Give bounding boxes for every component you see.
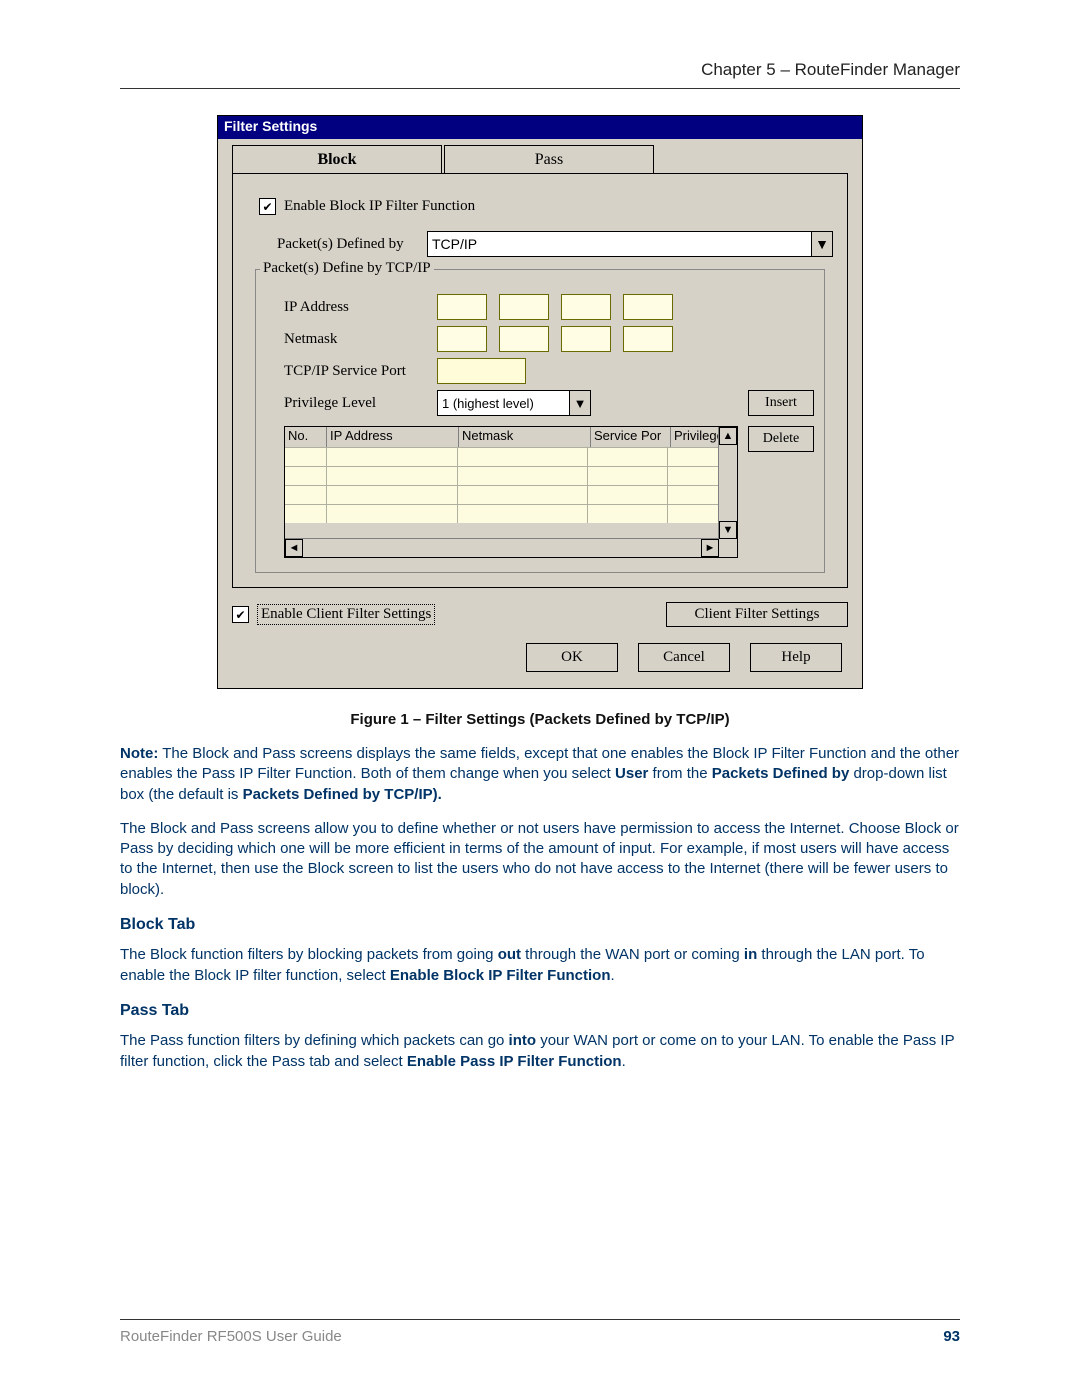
filter-settings-dialog: Filter Settings Block Pass ✔ Enable Bloc… — [217, 115, 863, 689]
page-number: 93 — [943, 1328, 960, 1345]
chevron-down-icon[interactable]: ▼ — [569, 391, 590, 415]
page-header: Chapter 5 – RouteFinder Manager — [120, 60, 960, 88]
note-text: from the — [648, 765, 711, 782]
col-service-port[interactable]: Service Por — [591, 427, 671, 447]
block-text: . — [610, 967, 614, 984]
ip-octet-4[interactable] — [623, 294, 673, 320]
service-port-label: TCP/IP Service Port — [284, 363, 437, 380]
pass-text: The Pass function filters by defining wh… — [120, 1032, 509, 1049]
privilege-value: 1 (highest level) — [442, 396, 534, 411]
ip-octet-2[interactable] — [499, 294, 549, 320]
netmask-octet-3[interactable] — [561, 326, 611, 352]
service-port-input[interactable] — [437, 358, 526, 384]
block-text: through the WAN port or coming — [521, 946, 744, 963]
footer-doc-title: RouteFinder RF500S User Guide — [120, 1328, 342, 1345]
cancel-button[interactable]: Cancel — [638, 643, 730, 672]
delete-button[interactable]: Delete — [748, 426, 814, 452]
bold-out: out — [498, 946, 521, 963]
ip-octet-3[interactable] — [561, 294, 611, 320]
ip-octet-1[interactable] — [437, 294, 487, 320]
enable-block-checkbox[interactable]: ✔ — [259, 198, 276, 215]
page-footer: RouteFinder RF500S User Guide 93 — [120, 1319, 960, 1345]
bold-enable-pass: Enable Pass IP Filter Function — [407, 1053, 622, 1070]
packets-defined-combo[interactable]: TCP/IP ▼ — [427, 231, 833, 257]
tab-pass[interactable]: Pass — [444, 145, 654, 173]
netmask-octet-1[interactable] — [437, 326, 487, 352]
enable-block-label: Enable Block IP Filter Function — [284, 198, 475, 215]
bold-user: User — [615, 765, 648, 782]
packets-defined-value: TCP/IP — [432, 236, 477, 252]
dialog-titlebar: Filter Settings — [218, 116, 862, 139]
filter-grid[interactable]: No. IP Address Netmask Service Por Privi… — [284, 426, 738, 558]
bold-into: into — [509, 1032, 537, 1049]
col-no[interactable]: No. — [285, 427, 327, 447]
netmask-label: Netmask — [284, 331, 437, 348]
bold-in: in — [744, 946, 757, 963]
client-filter-settings-button[interactable]: Client Filter Settings — [666, 602, 848, 627]
tabs-row: Block Pass — [218, 139, 862, 173]
tab-panel: ✔ Enable Block IP Filter Function Packet… — [232, 173, 848, 588]
help-button[interactable]: Help — [750, 643, 842, 672]
enable-client-label: Enable Client Filter Settings — [257, 604, 435, 625]
note-paragraph-2: The Block and Pass screens allow you to … — [120, 819, 960, 900]
grid-body — [285, 447, 719, 539]
chevron-down-icon[interactable]: ▼ — [811, 232, 832, 256]
block-text: The Block function filters by blocking p… — [120, 946, 498, 963]
vertical-scrollbar[interactable]: ▲ ▼ — [718, 427, 737, 539]
block-tab-heading: Block Tab — [120, 914, 960, 936]
scroll-left-icon[interactable]: ◄ — [285, 539, 303, 557]
scroll-up-icon[interactable]: ▲ — [719, 427, 737, 445]
body-text: Note: The Block and Pass screens display… — [120, 744, 960, 1072]
tab-block[interactable]: Block — [232, 145, 442, 173]
privilege-label: Privilege Level — [284, 395, 437, 412]
privilege-combo[interactable]: 1 (highest level) ▼ — [437, 390, 591, 416]
packets-defined-label: Packet(s) Defined by — [277, 236, 427, 253]
bold-enable-block: Enable Block IP Filter Function — [390, 967, 611, 984]
scroll-right-icon[interactable]: ► — [701, 539, 719, 557]
enable-client-checkbox[interactable]: ✔ — [232, 606, 249, 623]
bold-pdbtcp: Packets Defined by TCP/IP). — [243, 786, 442, 803]
pass-text: . — [622, 1053, 626, 1070]
col-ip[interactable]: IP Address — [327, 427, 459, 447]
fieldset-legend: Packet(s) Define by TCP/IP — [260, 260, 434, 277]
ok-button[interactable]: OK — [526, 643, 618, 672]
horizontal-scrollbar[interactable]: ◄ ► — [285, 538, 719, 557]
netmask-octet-4[interactable] — [623, 326, 673, 352]
netmask-octet-2[interactable] — [499, 326, 549, 352]
pass-tab-heading: Pass Tab — [120, 1000, 960, 1022]
bold-pdb: Packets Defined by — [712, 765, 850, 782]
col-netmask[interactable]: Netmask — [459, 427, 591, 447]
scroll-down-icon[interactable]: ▼ — [719, 521, 737, 539]
tcpip-fieldset: Packet(s) Define by TCP/IP IP Address Ne… — [255, 269, 825, 573]
header-rule — [120, 88, 960, 89]
ip-address-label: IP Address — [284, 299, 437, 316]
insert-button[interactable]: Insert — [748, 390, 814, 416]
note-lead: Note: — [120, 745, 158, 762]
figure-caption: Figure 1 – Filter Settings (Packets Defi… — [120, 711, 960, 728]
